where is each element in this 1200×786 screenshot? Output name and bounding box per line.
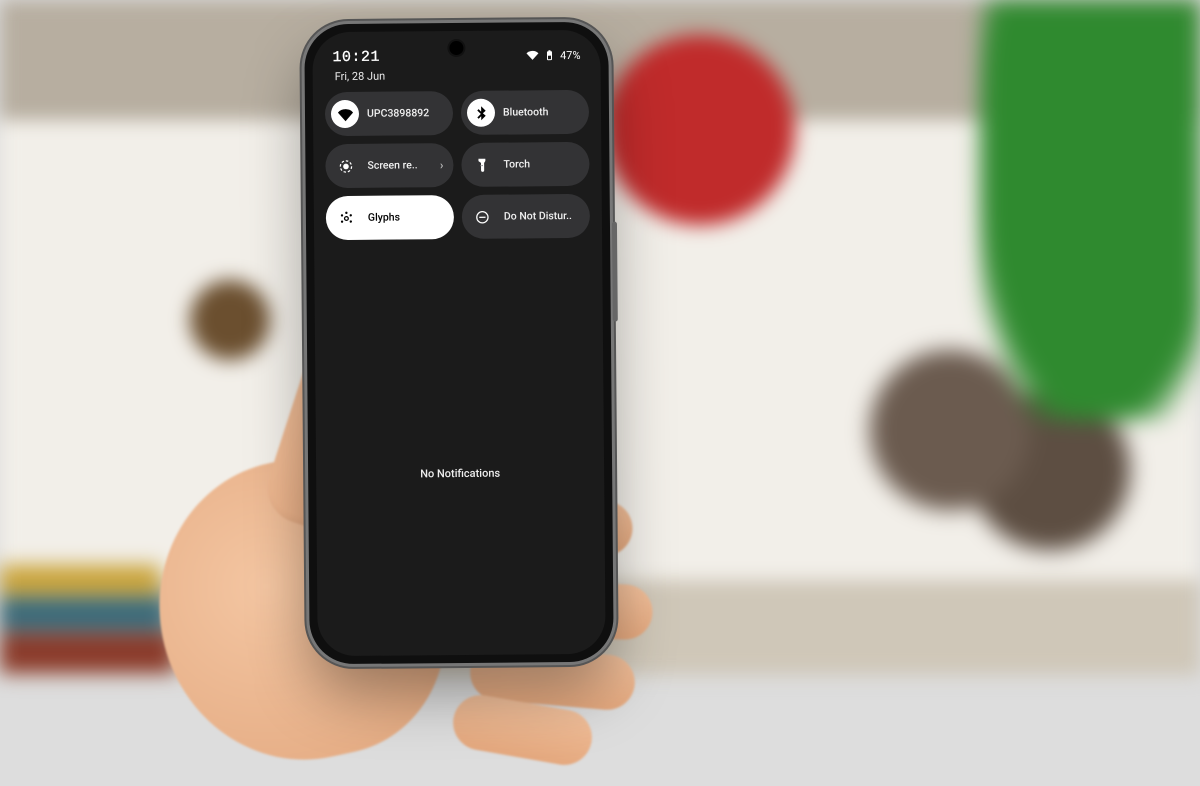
tile-bluetooth-label: Bluetooth <box>503 106 548 118</box>
phone-power-button <box>612 222 618 322</box>
tile-torch-label: Torch <box>503 158 530 170</box>
tile-glyphs[interactable]: Glyphs <box>326 195 454 240</box>
tile-torch[interactable]: Torch <box>461 142 589 187</box>
tile-wifi-label: UPC3898892 <box>367 107 429 120</box>
phone-screen[interactable]: 10:21 47% Fri, 28 Jun UPC3898892 Bluetoo… <box>312 30 605 656</box>
flashlight-icon <box>467 151 495 179</box>
status-bar: 10:21 47% <box>312 38 600 75</box>
phone-frame: 10:21 47% Fri, 28 Jun UPC3898892 Bluetoo… <box>304 22 614 665</box>
battery-status-icon <box>543 49 555 61</box>
quick-settings-grid: UPC3898892 Bluetooth Screen re.. › T <box>325 90 590 240</box>
tile-screen-record-label: Screen re.. <box>367 159 417 172</box>
tile-dnd[interactable]: Do Not Distur.. <box>462 194 590 239</box>
glyphs-icon <box>332 204 360 232</box>
status-icons: 47% <box>526 48 581 61</box>
wifi-status-icon <box>526 49 538 61</box>
status-date: Fri, 28 Jun <box>335 70 386 83</box>
do-not-disturb-icon <box>468 203 496 231</box>
background-books <box>0 415 180 675</box>
clock: 10:21 <box>332 48 380 65</box>
no-notifications-text: No Notifications <box>316 466 604 482</box>
tile-dnd-label: Do Not Distur.. <box>504 210 572 223</box>
chevron-right-icon: › <box>440 158 444 172</box>
tile-bluetooth[interactable]: Bluetooth <box>461 90 589 135</box>
bluetooth-icon <box>467 99 495 127</box>
tile-wifi[interactable]: UPC3898892 <box>325 91 453 136</box>
screen-record-icon <box>331 152 359 180</box>
battery-percent: 47% <box>560 48 581 61</box>
tile-screen-record[interactable]: Screen re.. › <box>325 143 453 188</box>
wifi-icon <box>331 100 359 128</box>
tile-glyphs-label: Glyphs <box>368 211 400 223</box>
